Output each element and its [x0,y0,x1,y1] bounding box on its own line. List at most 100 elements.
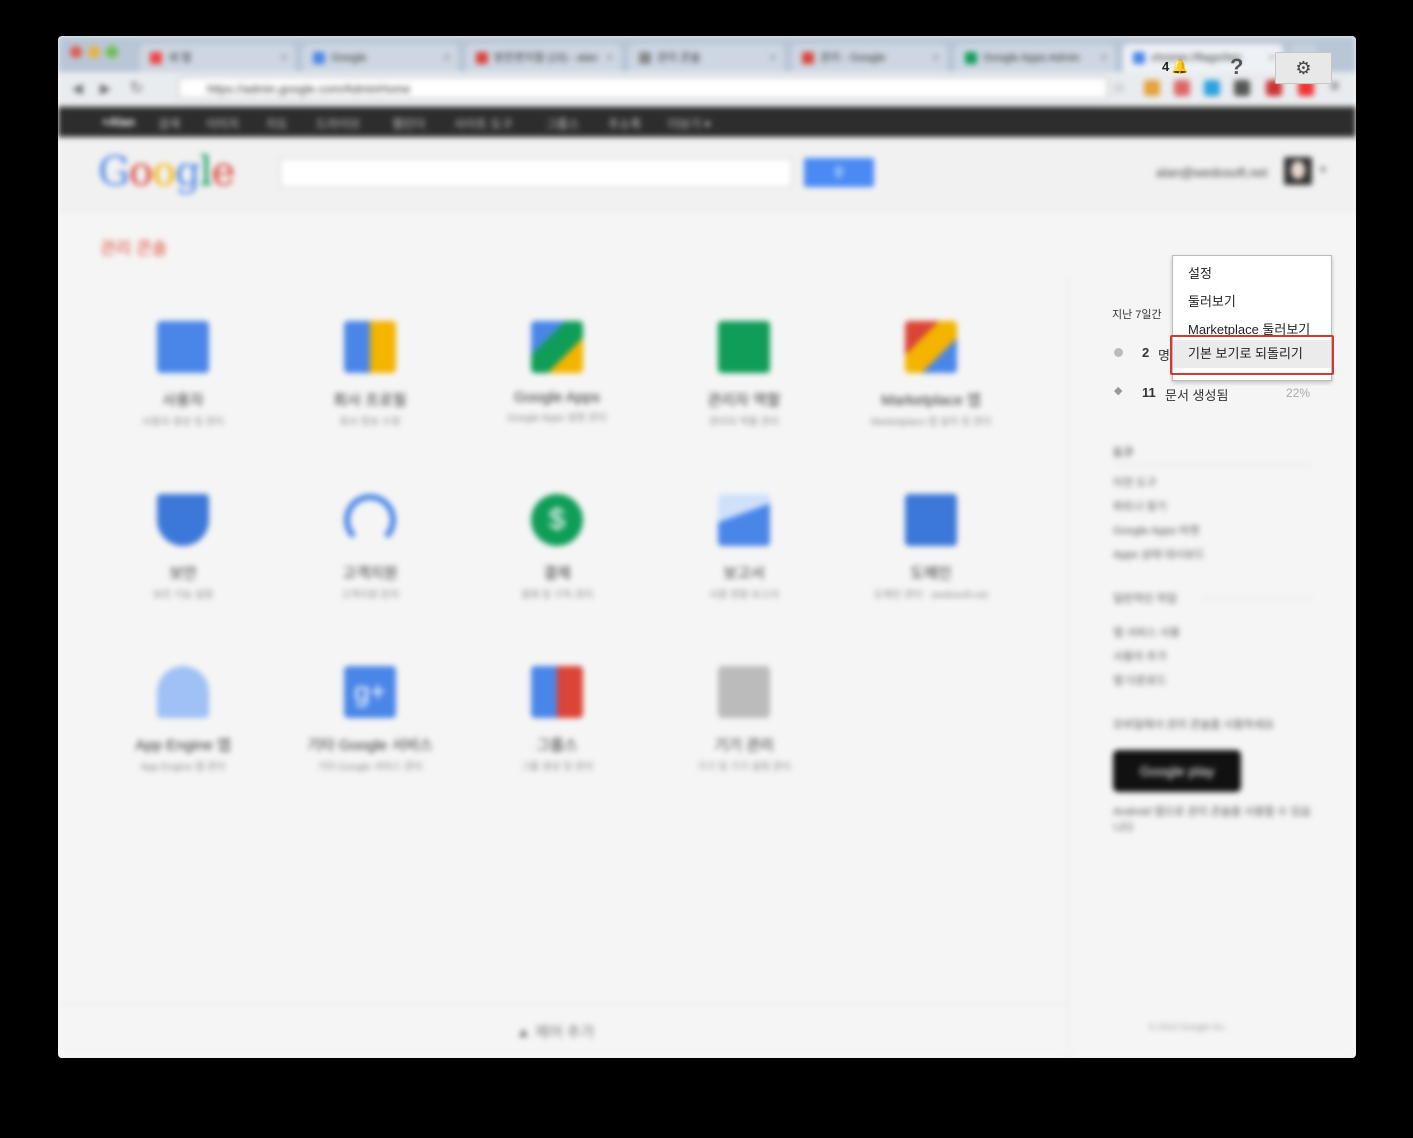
groups-icon [531,666,583,718]
copyright: © 2013 Google Inc. [1149,1022,1227,1032]
app-tile-groups[interactable]: 그룹스 그룹 생성 및 관리 [482,666,632,775]
menu-item-tour[interactable]: 둘러보기 [1188,291,1236,310]
users-icon [157,321,209,373]
stat-percent: 22% [1286,386,1311,400]
app-tile-reports[interactable]: 보고서 사용 현황 보고서 [669,494,819,603]
close-icon[interactable]: × [444,44,450,72]
extension-icon[interactable] [1204,80,1220,96]
close-icon[interactable]: × [770,44,776,72]
close-icon[interactable]: × [1101,44,1107,72]
tab-favicon-icon [150,52,162,64]
gbar-item[interactable]: 검색 [158,115,180,132]
close-icon[interactable]: × [933,44,939,72]
gbar-item[interactable]: +Alan [102,115,135,129]
app-tile-domains[interactable]: 도메인 도메인 관리 · wedosoft.net [856,494,1006,603]
search-input[interactable] [280,158,792,188]
browser-tab[interactable]: Google Apps Admin × [955,44,1115,72]
app-tile-desc: App Engine 앱 관리 [140,762,226,773]
forward-icon[interactable]: ▶ [100,80,111,97]
tool-link[interactable]: Apps 상태 대시보드 [1113,546,1205,562]
gbar-item[interactable]: 그룹스 [546,115,579,132]
app-tile-marketplace[interactable]: Marketplace 앱 Marketplace 앱 설치 및 관리 [856,321,1006,430]
settings-gear-button[interactable]: ⚙ [1275,52,1332,84]
extension-icon[interactable] [1174,80,1190,96]
domains-icon [905,494,957,546]
app-tile-desc: 기타 Google 서비스 관리 [317,762,423,773]
app-tile-desc: Marketplace 앱 설치 및 관리 [870,417,992,428]
page-header: Google ⚲ alan@wedosoft.net ▼ [58,137,1356,212]
app-tile-title: App Engine 앱 [135,737,231,754]
app-tile-desc: 도메인 관리 · wedosoft.net [873,590,989,601]
account-email[interactable]: alan@wedosoft.net [1156,165,1268,180]
url-field[interactable]: https://admin.google.com/AdminHome [178,77,1108,99]
close-icon[interactable]: × [281,44,287,72]
zoom-window-button[interactable] [106,46,118,58]
browser-tab[interactable]: 받은편지함 (23) - alan × [466,44,621,72]
gear-icon: ⚙ [1295,58,1312,78]
extension-icon[interactable] [1234,80,1250,96]
browser-tab[interactable]: 관리 - Google × [792,44,947,72]
search-icon: ⚲ [833,164,845,180]
dollar-icon: $ [531,494,583,546]
tool-link[interactable]: 파트너 찾기 [1113,498,1167,514]
app-tile-title: Marketplace 앱 [881,392,981,409]
gbar-item[interactable]: 사이트 도구 [454,115,513,132]
marketplace-icon [905,321,957,373]
app-tile-billing[interactable]: $ 결제 결제 및 구독 관리 [482,494,632,603]
app-tile-desc: 기기 및 기기 설정 관리 [697,762,791,773]
shield-icon [157,494,209,546]
headset-icon [344,494,396,546]
admin-roles-icon [718,321,770,373]
tab-label: Google [331,52,367,64]
tab-favicon-icon [1133,52,1145,64]
avatar[interactable] [1284,157,1312,185]
app-engine-icon [157,666,209,718]
help-button[interactable]: ? [1230,54,1243,80]
gbar-item[interactable]: 지도 [266,115,288,132]
notification-count: 4 [1162,59,1170,74]
tool-link[interactable]: 이전 도구 [1113,474,1157,490]
minimize-window-button[interactable] [88,46,100,58]
chevron-down-icon[interactable]: ▼ [1318,165,1328,176]
app-tile-app-engine[interactable]: App Engine 앱 App Engine 앱 관리 [108,666,258,775]
google-logo[interactable]: Google [98,149,235,195]
help-link[interactable]: 앱 다운로드 [1113,672,1167,688]
search-button[interactable]: ⚲ [804,158,874,187]
reload-icon[interactable]: ↻ [130,78,143,98]
browser-tab-active[interactable]: chrome://flags/#en × [1123,44,1283,72]
gbar-item[interactable]: 더보기 ▾ [668,115,710,132]
menu-item-settings[interactable]: 설정 [1188,263,1212,282]
close-window-button[interactable] [70,46,82,58]
browser-tab[interactable]: 관리 콘솔 × [629,44,784,72]
add-controls-bar[interactable]: ▲ 제어 추가 [58,1004,1068,1058]
app-tile-devices[interactable]: 기기 관리 기기 및 기기 설정 관리 [669,666,819,775]
app-tile-security[interactable]: 보안 보안 기능 설정 [108,494,258,603]
browser-tab[interactable]: 새 탭 × [140,44,295,72]
app-tile-support[interactable]: 고객지원 고객지원 문의 [295,494,445,603]
app-tile-company-profile[interactable]: 회사 프로필 회사 정보 수정 [295,321,445,430]
help-link[interactable]: 사용자 추가 [1113,648,1167,664]
app-tile-other-services[interactable]: g+ 기타 Google 서비스 기타 Google 서비스 관리 [295,666,445,775]
browser-tab[interactable]: Google × [303,44,458,72]
tool-link[interactable]: Google Apps 마켓 [1113,522,1199,538]
notifications-button[interactable]: 4 🔔 [1162,58,1189,75]
tab-label: 관리 - Google [820,52,886,64]
app-tile-admin-roles[interactable]: 관리자 역할 관리자 역할 관리 [669,321,819,430]
stat-label: 문서 생성됨 [1165,388,1229,403]
bookmark-star-icon[interactable]: ☆ [1112,78,1126,98]
app-tile-title: 보고서 [723,565,765,582]
close-icon[interactable]: × [607,44,613,72]
google-play-badge[interactable]: Google play [1113,750,1241,792]
gbar-item[interactable]: 이미지 [206,115,239,132]
extension-icon[interactable] [1144,80,1160,96]
app-tile-users[interactable]: 사용자 사용자 생성 및 관리 [108,321,258,430]
gbar-item[interactable]: 캘린더 [392,115,425,132]
gbar-item[interactable]: 주소록 [608,115,641,132]
app-tile-title: 기기 관리 [714,737,774,754]
tab-favicon-icon [802,52,814,64]
app-tile-google-apps[interactable]: Google Apps Google Apps 설정 관리 [482,321,632,426]
back-icon[interactable]: ◀ [72,80,83,97]
google-play-label: Google play [1139,763,1215,779]
gbar-item[interactable]: 드라이브 [316,115,360,132]
help-link[interactable]: 앱 서비스 사용 [1113,624,1180,640]
